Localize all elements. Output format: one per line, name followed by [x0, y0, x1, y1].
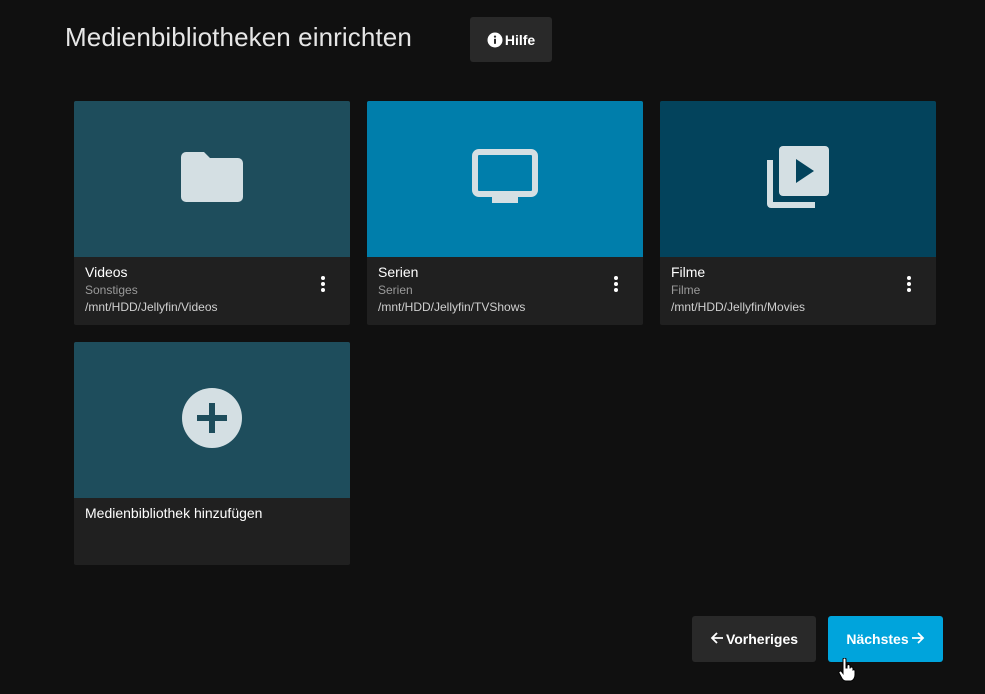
- page-title: Medienbibliotheken einrichten: [65, 22, 412, 52]
- arrow-forward-icon: [911, 631, 925, 648]
- more-vert-icon: [321, 275, 325, 297]
- info-icon: [487, 32, 503, 48]
- library-path: /mnt/HDD/Jellyfin/Movies: [671, 300, 806, 314]
- library-card-videos[interactable]: Videos Sonstiges /mnt/HDD/Jellyfin/Video…: [74, 101, 350, 325]
- library-card-image[interactable]: [367, 101, 643, 257]
- library-type: Serien: [378, 283, 413, 297]
- more-options-button[interactable]: [318, 275, 328, 297]
- previous-button[interactable]: Vorheriges: [692, 616, 816, 662]
- library-path: /mnt/HDD/Jellyfin/Videos: [85, 300, 218, 314]
- video-library-icon: [767, 145, 829, 213]
- setup-page: Medienbibliotheken einrichten Hilfe Vide…: [0, 0, 985, 694]
- add-library-card-footer: Medienbibliothek hinzufügen: [74, 498, 350, 522]
- library-card-image[interactable]: [660, 101, 936, 257]
- library-title: Serien: [378, 264, 419, 280]
- library-card-footer: Serien Serien /mnt/HDD/Jellyfin/TVShows: [367, 257, 643, 316]
- library-title: Filme: [671, 264, 706, 280]
- library-card-filme[interactable]: Filme Filme /mnt/HDD/Jellyfin/Movies: [660, 101, 936, 325]
- more-options-button[interactable]: [611, 275, 621, 297]
- add-library-card[interactable]: Medienbibliothek hinzufügen: [74, 342, 350, 565]
- library-card-image[interactable]: [74, 101, 350, 257]
- library-title: Videos: [85, 264, 128, 280]
- library-type: Filme: [671, 283, 701, 297]
- arrow-back-icon: [710, 631, 724, 648]
- more-options-button[interactable]: [904, 275, 914, 297]
- more-vert-icon: [907, 275, 911, 297]
- library-card-footer: Videos Sonstiges /mnt/HDD/Jellyfin/Video…: [74, 257, 350, 316]
- library-path: /mnt/HDD/Jellyfin/TVShows: [378, 300, 526, 314]
- next-button-label: Nächstes: [846, 631, 909, 647]
- add-library-card-image[interactable]: [74, 342, 350, 498]
- previous-button-label: Vorheriges: [725, 631, 799, 647]
- help-button-label: Hilfe: [504, 31, 536, 48]
- add-circle-icon: [182, 387, 242, 453]
- library-card-serien[interactable]: Serien Serien /mnt/HDD/Jellyfin/TVShows: [367, 101, 643, 325]
- folder-icon: [181, 151, 243, 207]
- help-button[interactable]: Hilfe: [470, 17, 552, 62]
- tv-icon: [472, 148, 538, 210]
- hand-cursor-icon: [838, 657, 856, 682]
- next-button[interactable]: Nächstes: [828, 616, 943, 662]
- library-type: Sonstiges: [85, 283, 138, 297]
- add-library-label: Medienbibliothek hinzufügen: [85, 505, 263, 521]
- library-card-footer: Filme Filme /mnt/HDD/Jellyfin/Movies: [660, 257, 936, 316]
- more-vert-icon: [614, 275, 618, 297]
